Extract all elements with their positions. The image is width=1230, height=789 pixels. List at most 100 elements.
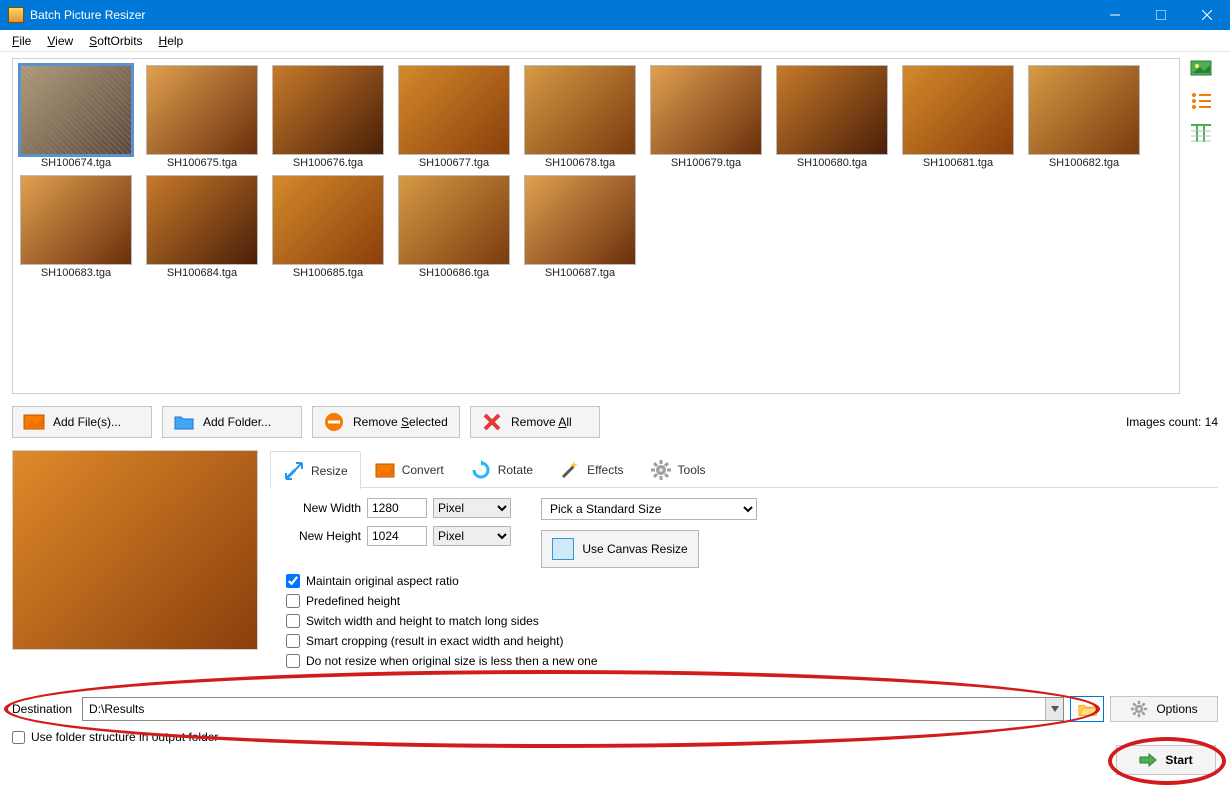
thumbnail-caption: SH100674.tga	[41, 157, 111, 169]
rotate-icon	[470, 459, 492, 481]
remove-all-button[interactable]: Remove All	[470, 406, 600, 438]
options-label: Options	[1156, 702, 1197, 716]
thumbnail-image	[146, 175, 258, 265]
remove-selected-button[interactable]: Remove Selected	[312, 406, 460, 438]
thumbnail-caption: SH100681.tga	[923, 157, 993, 169]
smart-crop-checkbox[interactable]: Smart cropping (result in exact width an…	[286, 634, 1202, 648]
effects-icon	[559, 459, 581, 481]
add-folder-button[interactable]: Add Folder...	[162, 406, 302, 438]
thumbnail-item[interactable]: SH100675.tga	[143, 63, 261, 169]
resize-panel: New Width Pixel New Height Pixel Pick a …	[270, 488, 1218, 672]
title-bar: Batch Picture Resizer	[0, 0, 1230, 30]
destination-row: Destination Options	[12, 694, 1218, 724]
new-width-input[interactable]	[367, 498, 427, 518]
thumbnail-item[interactable]: SH100685.tga	[269, 173, 387, 279]
thumbnail-image	[902, 65, 1014, 155]
view-thumbnails-icon[interactable]	[1188, 58, 1214, 80]
view-details-icon[interactable]	[1188, 122, 1214, 144]
thumbnail-item[interactable]: SH100687.tga	[521, 173, 639, 279]
thumbnail-image	[20, 65, 132, 155]
add-folder-label: Add Folder...	[203, 415, 271, 429]
menu-softorbits[interactable]: SoftOrbits	[81, 32, 150, 50]
width-unit-select[interactable]: Pixel	[433, 498, 511, 518]
thumbnail-caption: SH100675.tga	[167, 157, 237, 169]
add-files-button[interactable]: Add File(s)...	[12, 406, 152, 438]
remove-all-icon	[481, 411, 503, 433]
remove-selected-label: Remove Selected	[353, 415, 448, 429]
thumbnail-image	[524, 175, 636, 265]
new-width-label: New Width	[286, 501, 361, 515]
thumbnail-image	[524, 65, 636, 155]
thumbnail-item[interactable]: SH100683.tga	[17, 173, 135, 279]
minimize-button[interactable]	[1092, 0, 1138, 30]
thumbnail-caption: SH100677.tga	[419, 157, 489, 169]
standard-size-select[interactable]: Pick a Standard Size	[541, 498, 757, 520]
tab-rotate-label: Rotate	[498, 463, 533, 477]
thumbnail-caption: SH100680.tga	[797, 157, 867, 169]
add-folder-icon	[173, 411, 195, 433]
options-button[interactable]: Options	[1110, 696, 1218, 722]
destination-input[interactable]	[83, 698, 1045, 720]
destination-combo[interactable]	[82, 697, 1064, 721]
thumbnail-item[interactable]: SH100684.tga	[143, 173, 261, 279]
no-resize-smaller-checkbox[interactable]: Do not resize when original size is less…	[286, 654, 1202, 668]
new-height-input[interactable]	[367, 526, 427, 546]
menu-help[interactable]: Help	[151, 32, 192, 50]
canvas-icon	[552, 538, 574, 560]
maintain-aspect-checkbox[interactable]: Maintain original aspect ratio	[286, 574, 1202, 588]
use-canvas-resize-button[interactable]: Use Canvas Resize	[541, 530, 699, 568]
thumbnail-item[interactable]: SH100674.tga	[17, 63, 135, 169]
thumbnail-caption: SH100687.tga	[545, 267, 615, 279]
action-toolbar: Add File(s)... Add Folder... Remove Sele…	[12, 402, 1218, 442]
thumbnail-caption: SH100686.tga	[419, 267, 489, 279]
height-unit-select[interactable]: Pixel	[433, 526, 511, 546]
maximize-button[interactable]	[1138, 0, 1184, 30]
menu-file[interactable]: File	[4, 32, 39, 50]
view-list-icon[interactable]	[1188, 90, 1214, 112]
folder-structure-checkbox[interactable]: Use folder structure in output folder	[12, 730, 218, 744]
destination-dropdown-arrow[interactable]	[1045, 698, 1063, 720]
gear-icon	[1130, 700, 1148, 718]
thumbnail-item[interactable]: SH100678.tga	[521, 63, 639, 169]
start-label: Start	[1165, 753, 1192, 767]
thumbnail-item[interactable]: SH100677.tga	[395, 63, 513, 169]
thumbnail-item[interactable]: SH100679.tga	[647, 63, 765, 169]
thumbnail-item[interactable]: SH100686.tga	[395, 173, 513, 279]
tab-resize[interactable]: Resize	[270, 451, 361, 489]
switch-wh-checkbox[interactable]: Switch width and height to match long si…	[286, 614, 1202, 628]
menu-view[interactable]: View	[39, 32, 81, 50]
thumbnail-item[interactable]: SH100682.tga	[1025, 63, 1143, 169]
images-count-label: Images count: 14	[1126, 415, 1218, 429]
thumbnail-item[interactable]: SH100681.tga	[899, 63, 1017, 169]
app-icon	[8, 7, 24, 23]
close-button[interactable]	[1184, 0, 1230, 30]
thumbnail-gallery[interactable]: SH100674.tgaSH100675.tgaSH100676.tgaSH10…	[12, 58, 1180, 394]
thumbnail-item[interactable]: SH100676.tga	[269, 63, 387, 169]
convert-icon	[374, 459, 396, 481]
view-mode-toolbar	[1188, 58, 1218, 144]
add-files-label: Add File(s)...	[53, 415, 121, 429]
use-canvas-resize-label: Use Canvas Resize	[582, 542, 687, 556]
add-files-icon	[23, 411, 45, 433]
tab-convert-label: Convert	[402, 463, 444, 477]
tab-convert[interactable]: Convert	[361, 450, 457, 488]
tab-effects[interactable]: Effects	[546, 450, 636, 488]
start-button[interactable]: Start	[1116, 745, 1216, 775]
tab-rotate[interactable]: Rotate	[457, 450, 546, 488]
browse-button[interactable]	[1070, 696, 1104, 722]
resize-icon	[283, 460, 305, 482]
thumbnail-caption: SH100678.tga	[545, 157, 615, 169]
destination-label: Destination	[12, 702, 76, 716]
remove-all-label: Remove All	[511, 415, 572, 429]
thumbnail-caption: SH100679.tga	[671, 157, 741, 169]
thumbnail-image	[146, 65, 258, 155]
tab-tools[interactable]: Tools	[637, 450, 719, 488]
tab-tools-label: Tools	[678, 463, 706, 477]
thumbnail-caption: SH100684.tga	[167, 267, 237, 279]
thumbnail-item[interactable]: SH100680.tga	[773, 63, 891, 169]
thumbnail-caption: SH100682.tga	[1049, 157, 1119, 169]
tab-effects-label: Effects	[587, 463, 623, 477]
predefined-height-checkbox[interactable]: Predefined height	[286, 594, 1202, 608]
thumbnail-image	[1028, 65, 1140, 155]
settings-tabs: Resize Convert Rotate Effects Tools	[270, 450, 1218, 682]
